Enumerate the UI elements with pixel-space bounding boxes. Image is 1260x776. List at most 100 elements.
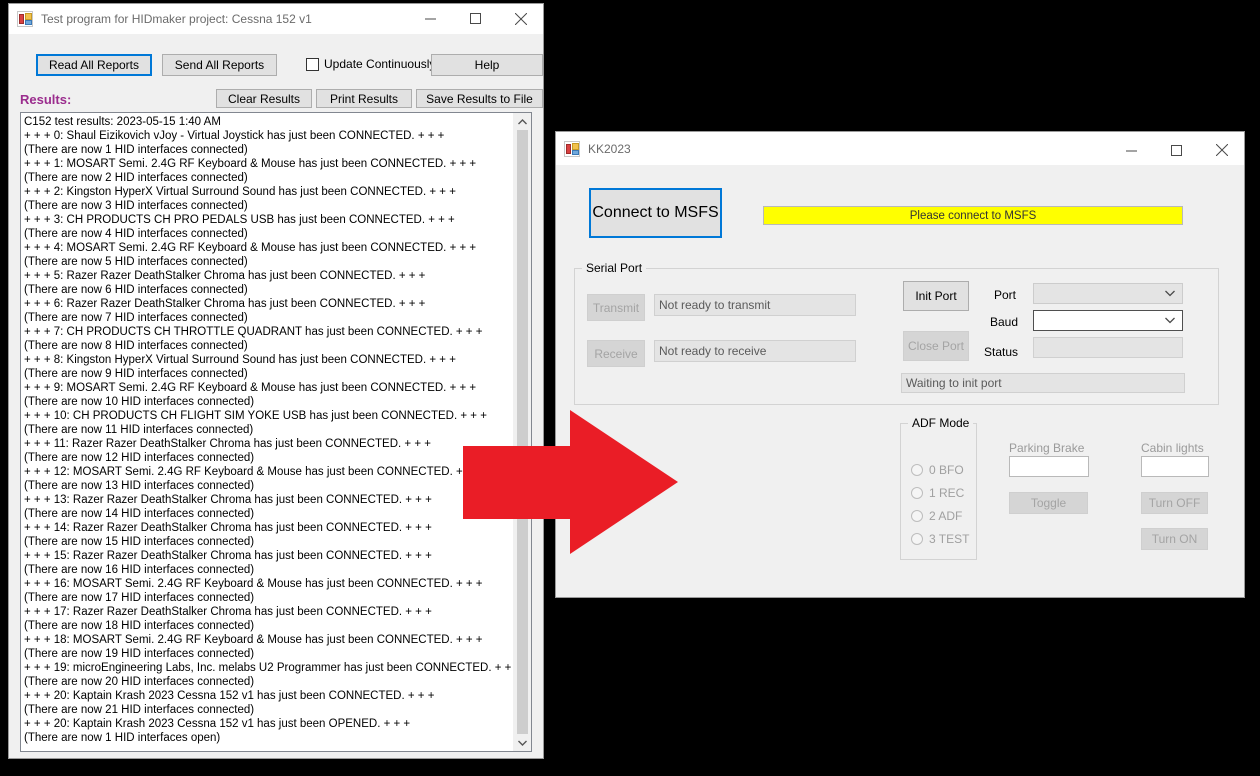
results-log: C152 test results: 2023-05-15 1:40 AM + +… [21, 113, 513, 751]
status-label: Status [984, 345, 1019, 359]
log-line: + + + 5: Razer Razer DeathStalker Chroma… [24, 270, 426, 282]
log-line: (There are now 1 HID interfaces open) [24, 732, 221, 744]
radio-icon[interactable] [911, 464, 923, 476]
chevron-down-icon [1165, 317, 1175, 324]
caption-buttons [408, 4, 543, 34]
log-line: + + + 17: Razer Razer DeathStalker Chrom… [24, 606, 432, 618]
port-select[interactable] [1033, 283, 1183, 304]
log-line: (There are now 3 HID interfaces connecte… [24, 200, 248, 212]
log-line: + + + 9: MOSART Semi. 2.4G RF Keyboard &… [24, 382, 477, 394]
status-field [1033, 337, 1183, 358]
transmit-button[interactable]: Transmit [587, 294, 645, 321]
log-line: + + + 15: Razer Razer DeathStalker Chrom… [24, 550, 432, 562]
print-results-button[interactable]: Print Results [316, 89, 412, 108]
init-port-button[interactable]: Init Port [903, 281, 969, 311]
minimize-icon[interactable] [408, 4, 453, 34]
log-line: (There are now 18 HID interfaces connect… [24, 620, 255, 632]
adf-radio-3-test[interactable]: 3 TEST [911, 532, 969, 546]
transmit-status-field: Not ready to transmit [654, 294, 856, 316]
cabin-lights-turn-off-button[interactable]: Turn OFF [1141, 492, 1208, 514]
log-line: + + + 20: Kaptain Krash 2023 Cessna 152 … [24, 690, 435, 702]
log-line: (There are now 2 HID interfaces connecte… [24, 172, 248, 184]
hidmaker-titlebar: Test program for HIDmaker project: Cessn… [9, 4, 543, 34]
log-line: (There are now 13 HID interfaces connect… [24, 480, 255, 492]
baud-label: Baud [990, 315, 1019, 329]
connect-to-msfs-button[interactable]: Connect to MSFS [589, 188, 722, 238]
read-all-reports-button[interactable]: Read All Reports [36, 54, 152, 76]
parking-brake-label: Parking Brake [1009, 441, 1085, 455]
checkbox-box[interactable] [306, 57, 319, 71]
adf-radio-label: 0 BFO [929, 463, 964, 477]
results-textbox[interactable]: C152 test results: 2023-05-15 1:40 AM + +… [20, 112, 532, 752]
log-line: (There are now 17 HID interfaces connect… [24, 592, 255, 604]
log-line: + + + 0: Shaul Eizikovich vJoy - Virtual… [24, 130, 445, 142]
log-line: (There are now 14 HID interfaces connect… [24, 508, 255, 520]
port-status-field: Waiting to init port [901, 373, 1185, 393]
adf-radio-1-rec[interactable]: 1 REC [911, 486, 964, 500]
close-icon[interactable] [498, 4, 543, 34]
msfs-status-banner: Please connect to MSFS [763, 206, 1183, 225]
log-line: (There are now 15 HID interfaces connect… [24, 536, 255, 548]
help-button[interactable]: Help [431, 54, 543, 76]
app-icon [564, 140, 580, 157]
log-line: + + + 16: MOSART Semi. 2.4G RF Keyboard … [24, 578, 483, 590]
adf-radio-label: 2 ADF [929, 509, 963, 523]
update-continuously-checkbox[interactable]: Update Continuously [306, 57, 435, 71]
adf-radio-0-bfo[interactable]: 0 BFO [911, 463, 964, 477]
maximize-icon[interactable] [1154, 134, 1199, 167]
window-title: KK2023 [588, 141, 631, 156]
adf-mode-group-title: ADF Mode [908, 416, 974, 430]
adf-radio-label: 1 REC [929, 486, 965, 500]
results-scrollbar[interactable] [513, 113, 531, 751]
log-line: (There are now 16 HID interfaces connect… [24, 564, 255, 576]
results-label: Results: [20, 92, 72, 107]
port-label: Port [994, 288, 1017, 302]
kk2023-window: KK2023 Connect to MSFS Please connect to… [555, 131, 1245, 598]
log-line: + + + 8: Kingston HyperX Virtual Surroun… [24, 354, 456, 366]
receive-button[interactable]: Receive [587, 340, 645, 367]
minimize-icon[interactable] [1109, 134, 1154, 167]
close-port-button[interactable]: Close Port [903, 331, 969, 361]
log-line: + + + 18: MOSART Semi. 2.4G RF Keyboard … [24, 634, 483, 646]
log-line: (There are now 11 HID interfaces connect… [24, 424, 254, 436]
log-line: + + + 4: MOSART Semi. 2.4G RF Keyboard &… [24, 242, 477, 254]
log-line: (There are now 20 HID interfaces connect… [24, 676, 255, 688]
parking-brake-toggle-button[interactable]: Toggle [1009, 492, 1088, 514]
log-line: + + + 6: Razer Razer DeathStalker Chroma… [24, 298, 426, 310]
log-line: + + + 7: CH PRODUCTS CH THROTTLE QUADRAN… [24, 326, 483, 338]
log-line: (There are now 8 HID interfaces connecte… [24, 340, 248, 352]
log-line: (There are now 7 HID interfaces connecte… [24, 312, 248, 324]
adf-radio-2-adf[interactable]: 2 ADF [911, 509, 962, 523]
adf-mode-group: ADF Mode 0 BFO 1 REC 2 ADF 3 TEST [900, 416, 977, 560]
log-line: (There are now 6 HID interfaces connecte… [24, 284, 248, 296]
log-line: C152 test results: 2023-05-15 1:40 AM [24, 116, 221, 128]
radio-icon[interactable] [911, 533, 923, 545]
log-line: + + + 11: Razer Razer DeathStalker Chrom… [24, 438, 431, 450]
app-icon [17, 10, 33, 27]
receive-status-field: Not ready to receive [654, 340, 856, 362]
save-results-to-file-button[interactable]: Save Results to File [416, 89, 543, 108]
log-line: + + + 2: Kingston HyperX Virtual Surroun… [24, 186, 456, 198]
send-all-reports-button[interactable]: Send All Reports [162, 54, 277, 76]
close-icon[interactable] [1199, 134, 1244, 167]
update-continuously-label: Update Continuously [324, 57, 436, 71]
log-line: (There are now 4 HID interfaces connecte… [24, 228, 248, 240]
scroll-down-icon[interactable] [514, 734, 531, 751]
maximize-icon[interactable] [453, 4, 498, 34]
log-line: + + + 12: MOSART Semi. 2.4G RF Keyboard … [24, 466, 483, 478]
caption-buttons [1109, 134, 1244, 164]
clear-results-button[interactable]: Clear Results [216, 89, 312, 108]
log-line: + + + 3: CH PRODUCTS CH PRO PEDALS USB h… [24, 214, 455, 226]
scrollbar-thumb[interactable] [517, 130, 528, 734]
scroll-up-icon[interactable] [514, 113, 531, 130]
cabin-lights-turn-on-button[interactable]: Turn ON [1141, 528, 1208, 550]
parking-brake-field [1009, 456, 1089, 477]
kk2023-titlebar: KK2023 [556, 132, 1244, 165]
serial-port-group: Serial Port Transmit Not ready to transm… [574, 261, 1219, 405]
adf-radio-label: 3 TEST [929, 532, 970, 546]
radio-icon[interactable] [911, 510, 923, 522]
baud-select[interactable] [1033, 310, 1183, 331]
cabin-lights-label: Cabin lights [1141, 441, 1204, 455]
radio-icon[interactable] [911, 487, 923, 499]
log-line: + + + 13: Razer Razer DeathStalker Chrom… [24, 494, 432, 506]
